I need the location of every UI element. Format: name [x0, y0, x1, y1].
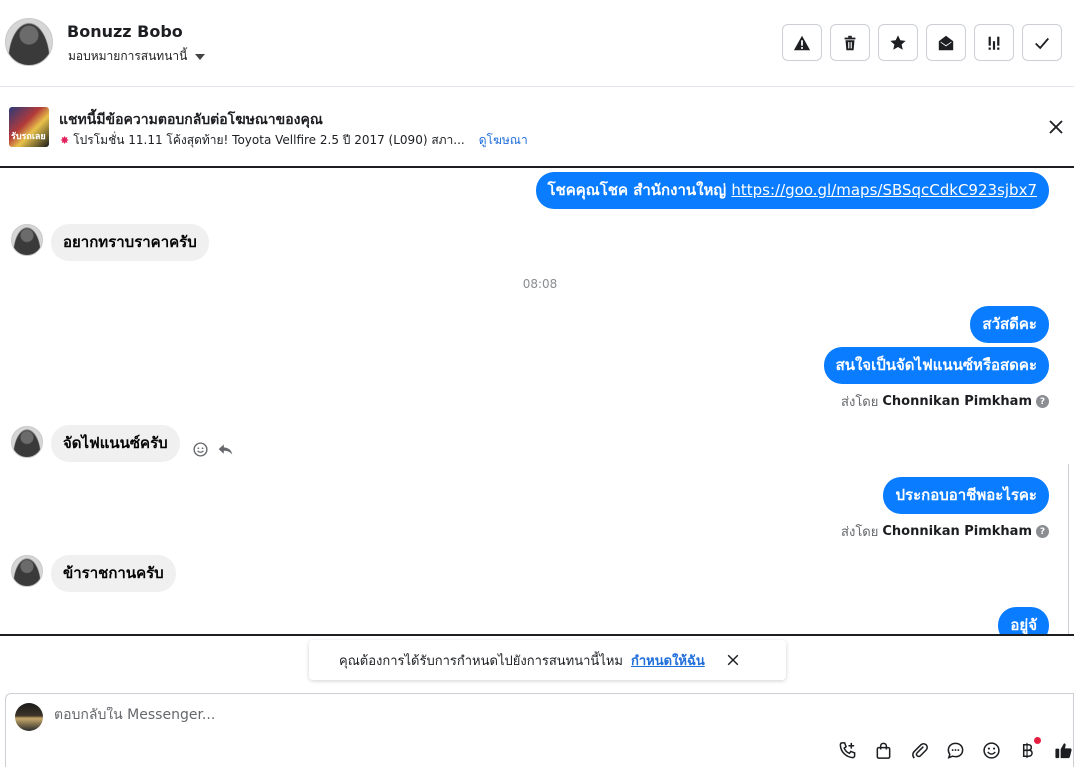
assign-label: มอบหมายการสนทนานี้	[68, 49, 188, 63]
mark-done-button[interactable]	[1022, 24, 1062, 61]
ad-reply-banner: รับรถเลย แชทนี้มีข้อความตอบกลับต่อโฆษณาข…	[0, 87, 1074, 168]
phone-add-icon	[839, 742, 856, 759]
message-outgoing[interactable]: สนใจเป็นจัดไฟแนนซ์หรือสดคะ	[823, 347, 1049, 384]
shopping-bag-icon	[876, 742, 891, 759]
paperclip-icon	[912, 742, 928, 759]
side-panel-edge	[1068, 464, 1074, 634]
message-incoming[interactable]: อยากทราบราคาครับ	[51, 224, 209, 261]
close-icon[interactable]	[1046, 117, 1066, 137]
assign-prompt-text: คุณต้องการได้รับการกำหนดไปยังการสนทนานี้…	[339, 653, 623, 669]
view-ad-link[interactable]: ดูโฆษณา	[479, 131, 528, 150]
call-button[interactable]	[838, 741, 857, 760]
message-outgoing[interactable]: ประกอบอาชีพอะไรคะ	[883, 477, 1049, 514]
delete-button[interactable]	[830, 24, 870, 61]
reply-composer	[5, 693, 1074, 767]
help-icon[interactable]: ?	[1036, 395, 1049, 408]
emoji-button[interactable]	[982, 741, 1001, 760]
sent-by-label: ส่งโดย Chonnikan Pimkham ?	[841, 391, 1049, 412]
avatar[interactable]	[11, 426, 43, 458]
header-actions	[782, 24, 1062, 61]
trash-icon	[844, 35, 856, 50]
ad-promo-line: ✸ โปรโมชั่น 11.11 โค้งสุดท้าย! Toyota Ve…	[60, 131, 528, 150]
sent-by-prefix: ส่งโดย	[841, 395, 879, 410]
message-incoming[interactable]: จัดไฟแนนซ์ครับ	[51, 425, 180, 462]
page-avatar	[15, 703, 43, 731]
chevron-down-icon	[195, 53, 206, 60]
agent-name: Chonnikan Pimkham	[882, 524, 1032, 539]
sparkle-icon: ✸	[60, 134, 70, 147]
message-outgoing[interactable]: สวัสดีคะ	[970, 306, 1049, 343]
avatar[interactable]	[11, 555, 43, 587]
thumbs-up-icon	[1055, 743, 1072, 759]
contact-name[interactable]: Bonuzz Bobo	[67, 22, 183, 41]
like-button[interactable]	[1054, 741, 1073, 760]
ad-thumbnail-text: รับรถเลย	[11, 132, 46, 142]
reply-icon[interactable]	[217, 441, 234, 458]
star-icon	[890, 34, 906, 50]
message-outgoing[interactable]: อยู่จั	[998, 607, 1049, 634]
ad-promo-text: โปรโมชั่น 11.11 โค้งสุดท้าย! Toyota Vell…	[73, 133, 465, 147]
follow-up-icon	[988, 36, 1000, 50]
follow-up-button[interactable]	[974, 24, 1014, 61]
messenger-inbox-thread: Bonuzz Bobo มอบหมายการสนทนานี้ รับรถเลย …	[0, 0, 1074, 767]
message-outgoing[interactable]: โชคคุณโชค สำนักงานใหญ่ https://goo.gl/ma…	[535, 172, 1049, 209]
ad-banner-title: แชทนี้มีข้อความตอบกลับต่อโฆษณาของคุณ	[59, 112, 323, 128]
avatar[interactable]	[11, 224, 43, 256]
message-list[interactable]: โชคคุณโชค สำนักงานใหญ่ https://goo.gl/ma…	[0, 169, 1074, 636]
check-icon	[1035, 37, 1049, 49]
avatar[interactable]	[5, 18, 53, 66]
notification-dot	[1034, 737, 1041, 744]
react-emoji-icon[interactable]	[192, 441, 209, 458]
reply-input[interactable]	[54, 707, 754, 723]
assign-prompt: คุณต้องการได้รับการกำหนดไปยังการสนทนานี้…	[309, 640, 786, 680]
saved-replies-button[interactable]	[946, 741, 965, 760]
message-incoming[interactable]: ข้าราชกานครับ	[51, 555, 176, 592]
envelope-open-icon	[938, 35, 954, 50]
report-spam-button[interactable]	[782, 24, 822, 61]
message-hover-tools	[192, 441, 234, 458]
sent-by-label: ส่งโดย Chonnikan Pimkham ?	[841, 521, 1049, 542]
close-icon[interactable]	[725, 652, 741, 668]
attach-button[interactable]	[910, 741, 929, 760]
message-timestamp: 08:08	[522, 277, 558, 291]
ad-thumbnail[interactable]: รับรถเลย	[9, 107, 49, 147]
shop-button[interactable]	[874, 741, 893, 760]
composer-toolbar	[838, 737, 1073, 760]
mark-unread-button[interactable]	[926, 24, 966, 61]
assign-dropdown[interactable]: มอบหมายการสนทนานี้	[68, 47, 206, 66]
agent-name: Chonnikan Pimkham	[882, 394, 1032, 409]
message-text: โชคคุณโชค สำนักงานใหญ่	[547, 181, 732, 199]
emoji-icon	[983, 742, 1000, 759]
message-link[interactable]: https://goo.gl/maps/SBSqcCdkC923sjbx7	[731, 181, 1037, 199]
star-button[interactable]	[878, 24, 918, 61]
help-icon[interactable]: ?	[1036, 525, 1049, 538]
assign-to-me-link[interactable]: กำหนดให้ฉัน	[631, 650, 705, 671]
baht-icon	[1022, 742, 1033, 759]
warning-icon	[793, 35, 811, 50]
payment-button[interactable]	[1018, 737, 1041, 760]
saved-reply-icon	[947, 742, 964, 759]
sent-by-prefix: ส่งโดย	[841, 525, 879, 540]
conversation-header: Bonuzz Bobo มอบหมายการสนทนานี้	[0, 0, 1074, 87]
